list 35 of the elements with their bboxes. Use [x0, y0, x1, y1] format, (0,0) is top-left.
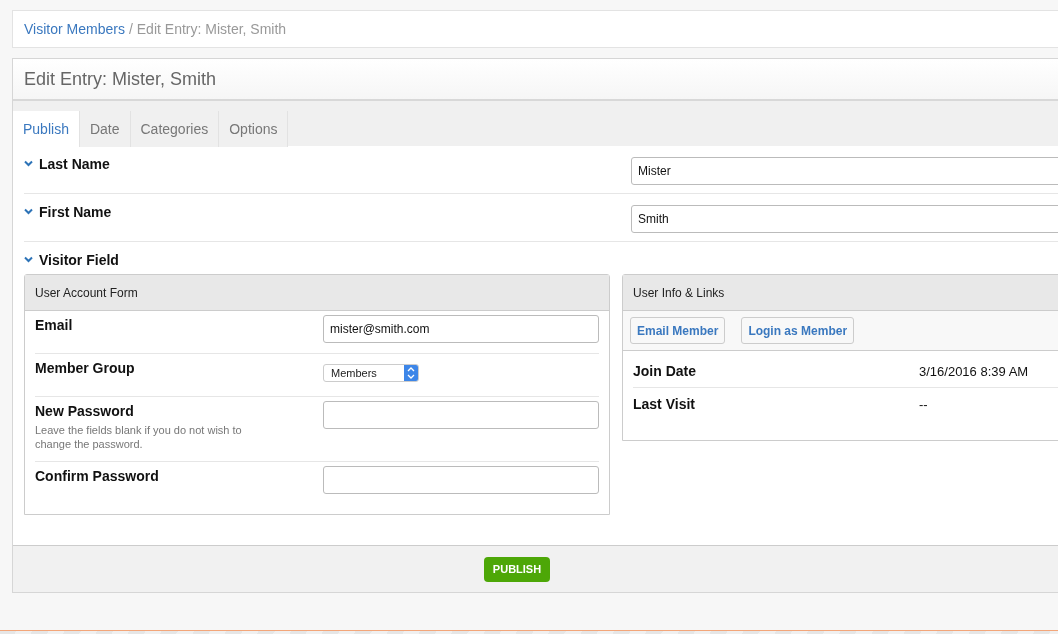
tab[interactable]: Options	[219, 111, 289, 147]
hint-text: Leave the fields blank if you do not wish to change the password.	[35, 423, 243, 451]
input-field[interactable]	[323, 401, 599, 429]
field-label: Last Name	[39, 156, 110, 172]
breadcrumb-link[interactable]: Visitor Members	[24, 21, 125, 37]
info-label: Last Visit	[633, 396, 696, 412]
info-label: Join Date	[633, 363, 697, 379]
tab[interactable]: Categories	[130, 111, 220, 147]
tab[interactable]: Date	[79, 111, 131, 147]
chevron-icon[interactable]	[24, 160, 33, 167]
field-label: New Password	[35, 403, 135, 419]
action-button[interactable]: Login as Member	[741, 317, 855, 344]
select-dropdown[interactable]: Members	[323, 364, 419, 382]
field-label: Visitor Field	[39, 252, 119, 268]
chevron-icon[interactable]	[24, 208, 33, 215]
info-value: --	[919, 396, 929, 412]
stepper-arrows-icon[interactable]	[404, 365, 418, 381]
action-button[interactable]: Email Member	[630, 317, 726, 344]
input-field[interactable]: Smith	[631, 205, 1058, 233]
page-title: Edit Entry: Mister, Smith	[24, 68, 217, 90]
input-field[interactable]	[323, 466, 599, 494]
chevron-icon[interactable]	[24, 256, 33, 263]
input-field[interactable]: mister@smith.com	[323, 315, 599, 343]
panel-heading: User Info & Links	[623, 275, 1058, 311]
breadcrumb-current: Edit Entry: Mister, Smith	[136, 21, 287, 37]
field-label: Confirm Password	[35, 468, 160, 484]
panel-heading: User Account Form	[25, 275, 609, 311]
field-label: Member Group	[35, 360, 136, 376]
info-value: 3/16/2016 8:39 AM	[919, 363, 1030, 379]
field-label: First Name	[39, 204, 112, 220]
input-field[interactable]: Mister	[631, 157, 1058, 185]
breadcrumb-separator: /	[128, 21, 133, 37]
tab[interactable]: Publish	[13, 111, 80, 147]
publish-button[interactable]: PUBLISH	[483, 556, 551, 582]
field-label: Email	[35, 317, 74, 333]
